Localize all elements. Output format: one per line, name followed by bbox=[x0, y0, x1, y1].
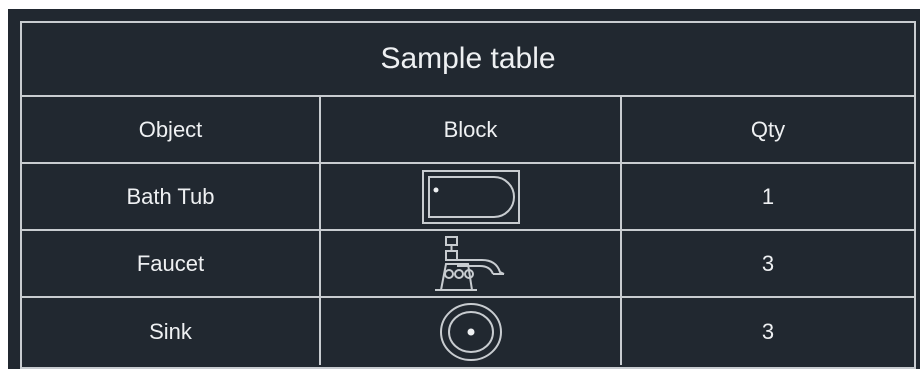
header-object: Object bbox=[22, 97, 321, 162]
sink-icon bbox=[439, 302, 502, 361]
cell-qty: 3 bbox=[761, 318, 775, 344]
table-row[interactable]: Bath Tub 1 bbox=[22, 164, 914, 231]
bathtub-icon bbox=[421, 169, 520, 224]
cell-block bbox=[321, 231, 622, 296]
cell-qty: 1 bbox=[761, 183, 775, 209]
table-title: Sample table bbox=[22, 23, 914, 97]
cell-object: Sink bbox=[22, 298, 321, 365]
table-row[interactable]: Sink 3 bbox=[22, 298, 914, 365]
cad-viewport: Sample table Object Block Qty Bath Tub 1… bbox=[8, 9, 920, 369]
cell-block bbox=[321, 298, 622, 365]
faucet-icon bbox=[434, 235, 504, 291]
table-row[interactable]: Faucet 3 bbox=[22, 231, 914, 298]
sample-table[interactable]: Sample table Object Block Qty Bath Tub 1… bbox=[20, 21, 916, 369]
header-block: Block bbox=[321, 97, 622, 162]
header-qty: Qty bbox=[750, 116, 786, 142]
cell-object: Bath Tub bbox=[22, 164, 321, 229]
cell-object: Faucet bbox=[22, 231, 321, 296]
cell-block bbox=[321, 164, 622, 229]
table-header-row: Object Block Qty bbox=[22, 97, 914, 164]
cell-qty: 3 bbox=[761, 250, 775, 276]
